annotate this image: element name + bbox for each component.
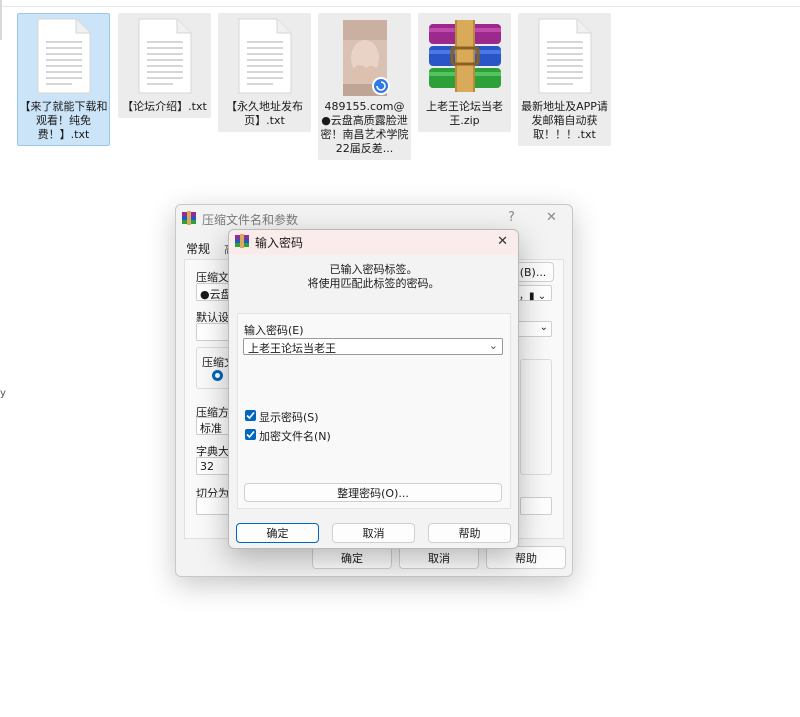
password-dialog-title: 输入密码 <box>255 236 304 250</box>
text-file-icon <box>537 18 593 94</box>
help-icon[interactable]: ? <box>508 210 515 225</box>
file-item-3[interactable]: 【永久地址发布页】.txt <box>218 13 311 132</box>
file-name: 上老王论坛当老王.zip <box>426 100 503 127</box>
file-item-5[interactable]: 上老王论坛当老王.zip <box>418 13 511 132</box>
top-divider <box>0 6 800 7</box>
profile-value: ，▮ <box>519 291 535 302</box>
format-radio-rar[interactable] <box>212 370 223 381</box>
file-item-4[interactable]: 489155.com@●云盘高质露脸泄密！南昌艺术学院22届反差... <box>318 13 411 160</box>
file-name: 【来了就能下载和观看！纯免费！】.txt <box>19 100 108 141</box>
file-name: 【论坛介绍】.txt <box>122 100 207 113</box>
file-item-6[interactable]: 最新地址及APP请发邮箱自动获取！！！.txt <box>518 13 611 146</box>
winrar-archive-icon <box>428 18 501 94</box>
options-group <box>520 359 552 475</box>
password-ok-label: 确定 <box>266 527 289 540</box>
info-line-2: 将使用匹配此标签的密码。 <box>307 277 440 290</box>
password-help-button[interactable]: 帮助 <box>428 523 511 543</box>
close-icon[interactable]: ✕ <box>497 234 508 249</box>
file-name: 最新地址及APP请发邮箱自动获取！！！.txt <box>521 100 608 141</box>
left-edge <box>0 0 2 40</box>
archive-cancel-label: 取消 <box>428 551 450 565</box>
browse-label: (B)... <box>519 265 547 279</box>
archive-help-button[interactable]: 帮助 <box>486 546 566 569</box>
winrar-logo-icon <box>182 210 196 228</box>
check-icon <box>246 430 255 439</box>
file-item-1[interactable]: 【来了就能下载和观看！纯免费！】.txt <box>17 13 110 146</box>
show-password-checkbox[interactable] <box>245 410 256 421</box>
password-ok-button[interactable]: 确定 <box>236 523 319 543</box>
chevron-down-icon[interactable]: ⌄ <box>489 339 498 352</box>
info-line-1: 已输入密码标签。 <box>329 263 418 276</box>
file-name: 【永久地址发布页】.txt <box>226 100 303 127</box>
archive-ok-label: 确定 <box>341 551 363 565</box>
password-info-text: 已输入密码标签。 将使用匹配此标签的密码。 <box>229 263 518 291</box>
side-mark: y <box>0 388 6 399</box>
tab-general[interactable]: 常规 <box>186 240 210 257</box>
password-cancel-button[interactable]: 取消 <box>332 523 415 543</box>
show-password-label[interactable]: 显示密码(S) <box>259 409 319 425</box>
password-dialog-titlebar: 输入密码 ✕ <box>229 230 518 255</box>
archive-help-label: 帮助 <box>515 551 537 565</box>
password-label: 输入密码(E) <box>244 324 304 337</box>
text-file-icon <box>36 18 92 94</box>
encrypt-filenames-checkbox[interactable] <box>245 429 256 440</box>
password-help-label: 帮助 <box>458 527 481 540</box>
password-input[interactable]: 上老王论坛当老王 ⌄ <box>243 338 503 355</box>
enter-password-dialog: 输入密码 ✕ 已输入密码标签。 将使用匹配此标签的密码。 输入密码(E) 上老王… <box>228 229 519 549</box>
password-cancel-label: 取消 <box>362 527 385 540</box>
update-mode-select[interactable]: ⌄ <box>516 321 552 337</box>
dictionary-size-value: 32 <box>200 460 214 473</box>
file-name: 489155.com@●云盘高质露脸泄密！南昌艺术学院22届反差... <box>320 100 409 155</box>
archive-name-value: ●云盘 <box>200 288 232 301</box>
text-file-icon <box>137 18 193 94</box>
encrypt-filenames-label[interactable]: 加密文件名(N) <box>259 428 331 444</box>
password-value: 上老王论坛当老王 <box>248 342 336 355</box>
close-icon[interactable]: ✕ <box>546 210 557 225</box>
archive-ok-button[interactable]: 确定 <box>312 546 392 569</box>
file-item-2[interactable]: 【论坛介绍】.txt <box>118 13 211 118</box>
compression-method-value: 标准 <box>200 422 222 435</box>
split-volumes-unit[interactable] <box>520 497 552 515</box>
text-file-icon <box>237 18 293 94</box>
winrar-logo-icon <box>235 234 249 251</box>
organize-passwords-label: 整理密码(O)... <box>337 486 409 500</box>
check-icon <box>246 411 255 420</box>
image-thumbnail-icon <box>337 18 393 96</box>
profile-select[interactable]: ，▮ ⌄ <box>516 285 552 302</box>
archive-cancel-button[interactable]: 取消 <box>399 546 479 569</box>
archive-dialog-title: 压缩文件名和参数 <box>202 212 299 227</box>
organize-passwords-button[interactable]: 整理密码(O)... <box>244 483 502 502</box>
